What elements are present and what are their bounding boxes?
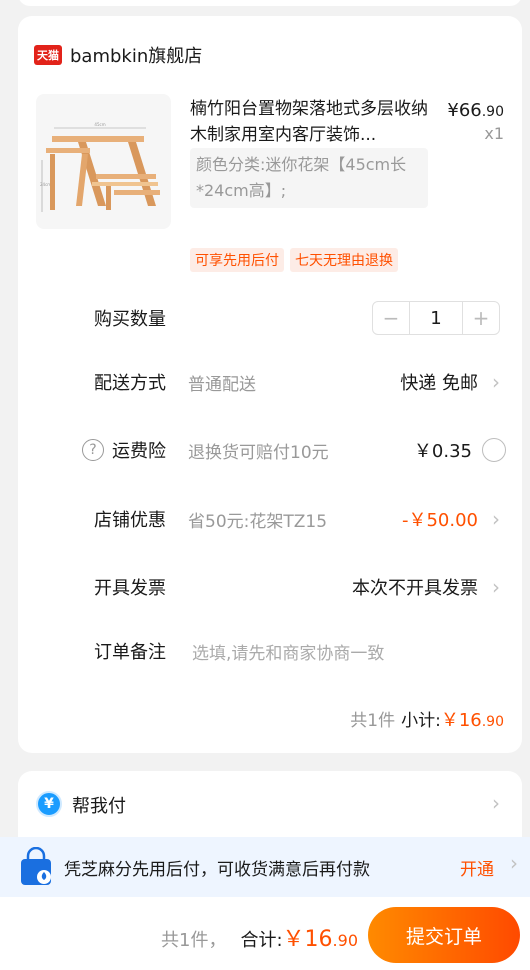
invoice-row[interactable]: 开具发票 本次不开具发票 ›: [18, 567, 522, 607]
total-label: 合计:: [240, 930, 283, 951]
price-symbol: ¥: [447, 100, 459, 121]
subtotal-symbol: ￥: [440, 710, 459, 731]
tag-pay-later: 可享先用后付: [190, 248, 284, 272]
product-title[interactable]: 楠竹阳台置物架落地式多层收纳木制家用室内客厅装饰...: [190, 96, 430, 148]
quantity-label: 购买数量: [94, 309, 166, 330]
open-button[interactable]: 开通: [460, 855, 494, 880]
total-count: 共1件，: [161, 930, 227, 951]
product-quantity: x1: [484, 124, 504, 143]
thumb-dim-side: 24cm: [40, 182, 51, 187]
chevron-right-icon: ›: [510, 851, 518, 875]
subtotal: 共1件 小计: ￥16.90: [350, 706, 504, 732]
subtotal-int: 16: [458, 710, 482, 731]
chevron-right-icon: ›: [492, 370, 500, 394]
invoice-value: 本次不开具发票: [352, 578, 478, 599]
submit-order-button[interactable]: 提交订单: [368, 907, 520, 963]
tmall-logo: 天猫: [34, 45, 62, 65]
delivery-label: 配送方式: [94, 373, 166, 394]
chevron-right-icon: ›: [492, 791, 500, 815]
subtotal-amount: ￥16.90: [441, 706, 504, 732]
insurance-label: 运费险: [112, 441, 166, 462]
discount-desc: 省50元:花架TZ15: [188, 511, 328, 532]
total-dec: .90: [332, 931, 358, 950]
checkout-bar: 共1件， 合计: ￥16.90 提交订单: [0, 897, 530, 970]
total-symbol: ￥: [282, 927, 305, 952]
delivery-value: 快递 免邮: [400, 373, 478, 394]
insurance-desc: 退换货可赔付10元: [188, 442, 329, 463]
subtotal-dec: .90: [481, 714, 504, 730]
increment-button[interactable]: +: [463, 302, 499, 334]
discount-value: -￥50.00: [401, 510, 478, 531]
decrement-button[interactable]: −: [373, 302, 409, 334]
tag-seven-day-return: 七天无理由退换: [290, 248, 398, 272]
delivery-row[interactable]: 配送方式 普通配送 快递 免邮 ›: [18, 362, 522, 402]
shop-name[interactable]: bambkin旗舰店: [70, 42, 202, 68]
question-circle-icon[interactable]: ?: [82, 439, 104, 461]
total: 共1件， 合计: ￥16.90: [161, 921, 358, 953]
chevron-right-icon: ›: [492, 575, 500, 599]
note-input[interactable]: 选填,请先和商家协商一致: [192, 639, 384, 664]
invoice-label: 开具发票: [94, 578, 166, 599]
insurance-radio[interactable]: [482, 438, 506, 462]
quantity-stepper[interactable]: − 1 +: [372, 301, 500, 335]
product-price: ¥66.90: [447, 100, 504, 121]
previous-card-edge: [18, 0, 522, 6]
note-label: 订单备注: [94, 642, 166, 663]
shop-header[interactable]: 天猫 bambkin旗舰店: [34, 42, 202, 68]
product-image[interactable]: 45cm 24cm: [36, 94, 171, 229]
discount-label: 店铺优惠: [94, 510, 166, 531]
insurance-price: ￥0.35: [413, 441, 472, 462]
credit-pay-banner[interactable]: 凭芝麻分先用后付，可收货满意后再付款 开通 ›: [0, 837, 530, 897]
insurance-row: ? 运费险 退换货可赔付10元 ￥0.35: [18, 430, 522, 470]
thumb-dim-top: 45cm: [94, 122, 105, 127]
quantity-value[interactable]: 1: [409, 302, 463, 334]
subtotal-label: 小计:: [401, 711, 441, 731]
total-amount: ￥16.90: [283, 921, 358, 953]
help-pay-label: 帮我付: [72, 796, 126, 817]
order-card: 天猫 bambkin旗舰店 45cm 24cm 楠竹阳台置物架落地式多层收纳木制…: [18, 16, 522, 753]
discount-row[interactable]: 店铺优惠 省50元:花架TZ15 -￥50.00 ›: [18, 499, 522, 539]
price-int: 66: [458, 100, 482, 121]
flower-rack-illustration: 45cm 24cm: [40, 122, 160, 212]
total-int: 16: [304, 927, 333, 952]
chevron-right-icon: ›: [492, 507, 500, 531]
note-row: 订单备注 选填,请先和商家协商一致: [18, 631, 522, 671]
service-tags: 可享先用后付 七天无理由退换: [190, 248, 398, 272]
shopping-bag-icon: [21, 847, 51, 885]
subtotal-count: 共1件: [350, 711, 396, 731]
help-pay-card[interactable]: ¥ 帮我付 ›: [18, 771, 522, 837]
yuan-coin-icon: ¥: [36, 791, 62, 817]
price-cents: .90: [481, 104, 504, 120]
credit-text: 凭芝麻分先用后付，可收货满意后再付款: [64, 860, 370, 880]
sku-selector[interactable]: 颜色分类:迷你花架【45cm长*24cm高】;: [190, 148, 428, 208]
delivery-desc: 普通配送: [188, 374, 256, 395]
quantity-row: 购买数量 − 1 +: [18, 298, 522, 338]
